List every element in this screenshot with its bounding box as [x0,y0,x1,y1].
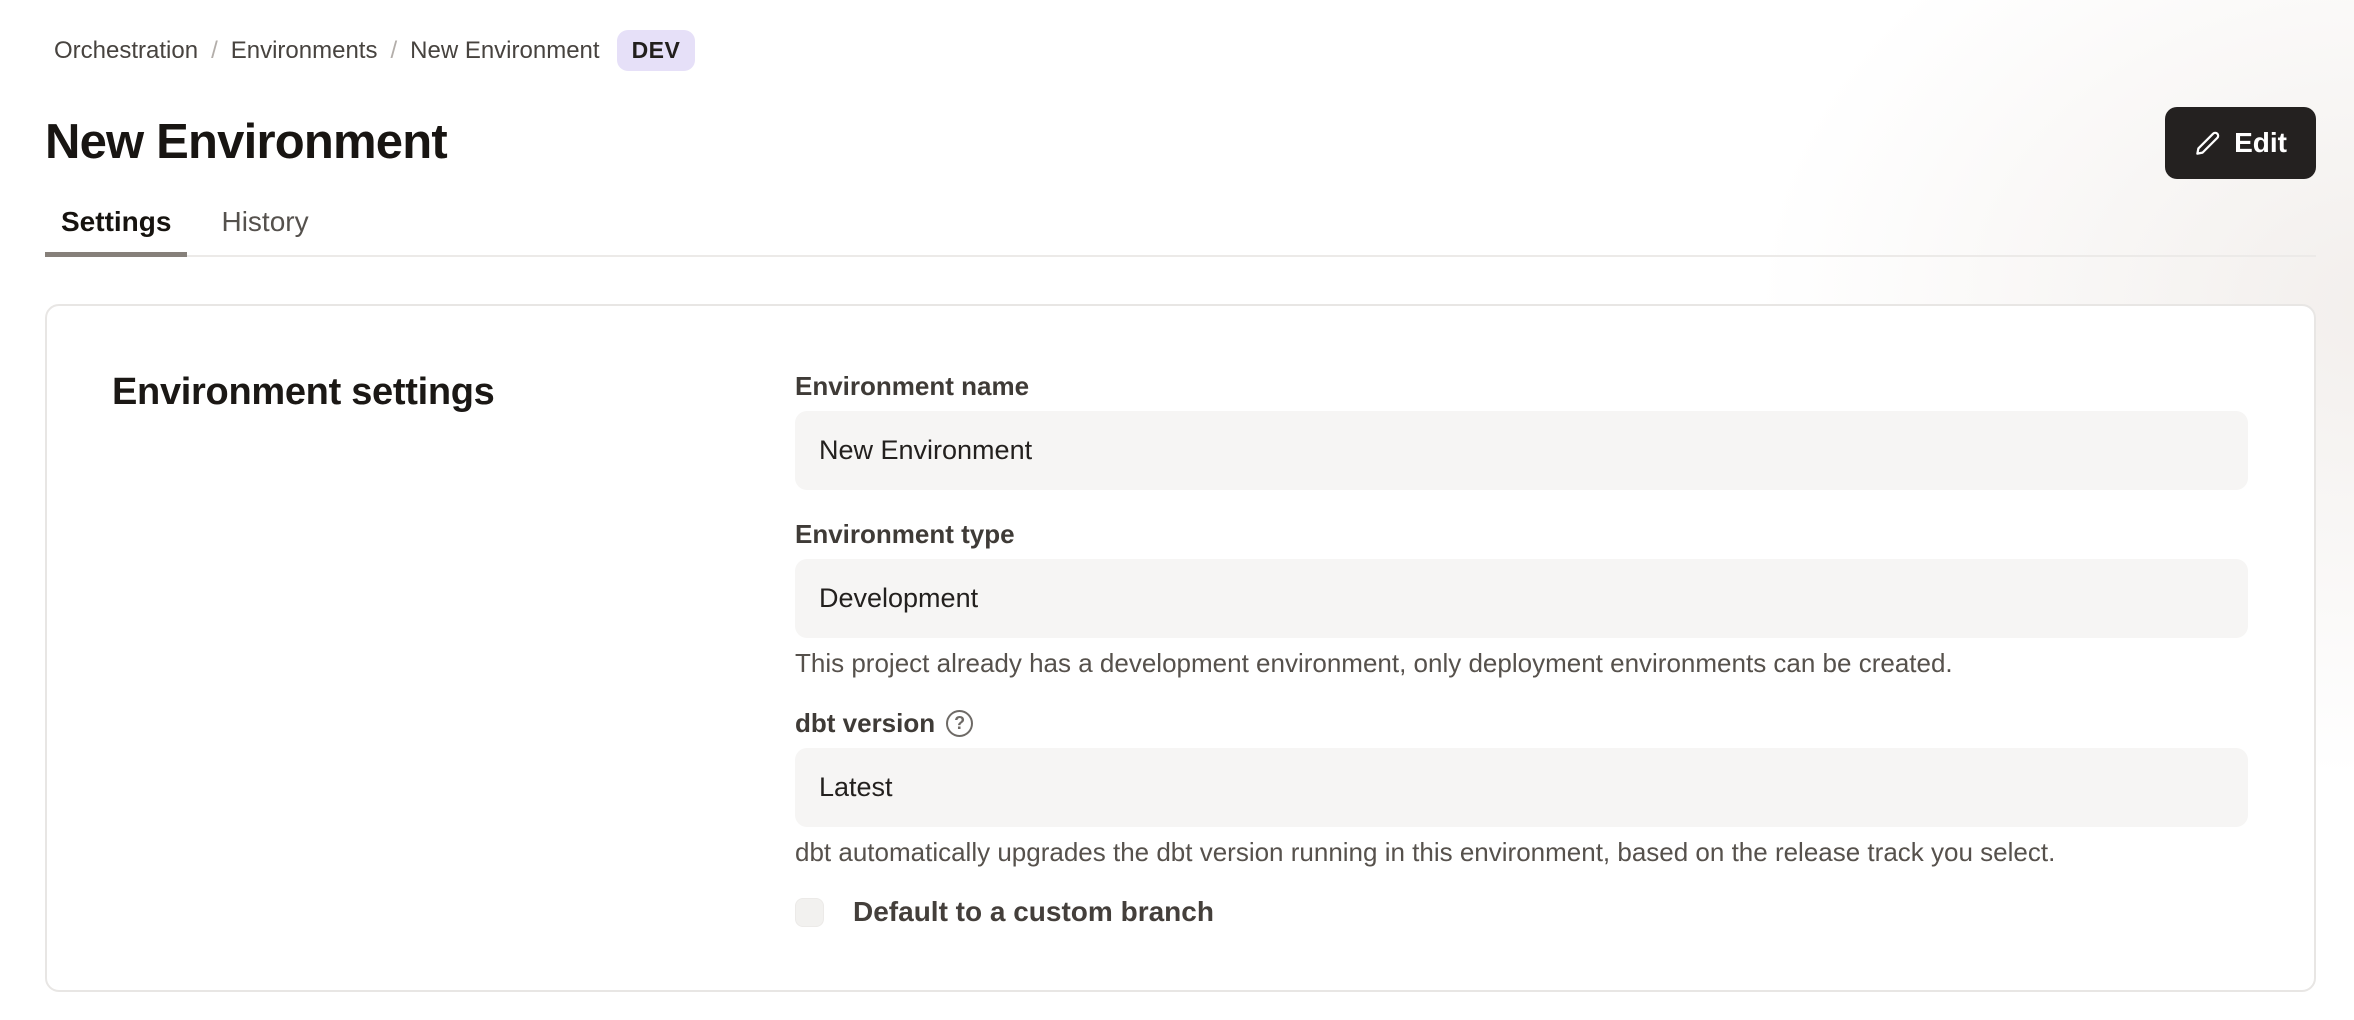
edit-button[interactable]: Edit [2165,107,2316,179]
card-left-column: Environment settings [112,370,795,928]
dbt-version-label: dbt version ? [795,707,2248,739]
environment-settings-form: Environment name Environment type This p… [795,370,2248,928]
dbt-version-label-text: dbt version [795,707,935,739]
dbt-version-helper-text: dbt automatically upgrades the dbt versi… [795,836,2248,868]
page: Orchestration / Environments / New Envir… [0,0,2354,992]
breadcrumb-item-orchestration[interactable]: Orchestration [54,37,198,65]
dev-environment-badge: DEV [617,30,696,71]
environment-settings-heading: Environment settings [112,370,795,416]
breadcrumb-item-environments[interactable]: Environments [231,37,378,65]
help-icon[interactable]: ? [946,710,973,737]
breadcrumb: Orchestration / Environments / New Envir… [54,30,2316,71]
field-dbt-version: dbt version ? dbt automatically upgrades… [795,707,2248,868]
page-title: New Environment [45,112,447,173]
environment-type-input[interactable] [795,559,2248,638]
pencil-icon [2194,130,2221,157]
environment-name-label: Environment name [795,370,2248,402]
breadcrumb-item-new-environment[interactable]: New Environment [410,37,599,65]
environment-type-helper-text: This project already has a development e… [795,647,2248,679]
dbt-version-input[interactable] [795,748,2248,827]
environment-type-label: Environment type [795,518,2248,550]
breadcrumb-separator: / [390,37,397,65]
field-environment-type: Environment type This project already ha… [795,518,2248,679]
edit-button-label: Edit [2234,127,2287,159]
tab-settings[interactable]: Settings [45,205,187,257]
custom-branch-label[interactable]: Default to a custom branch [853,896,1214,928]
page-header: New Environment Edit [45,107,2316,179]
custom-branch-checkbox[interactable] [795,898,824,927]
environment-name-input[interactable] [795,411,2248,490]
tab-history[interactable]: History [205,205,324,257]
breadcrumb-separator: / [211,37,218,65]
field-environment-name: Environment name [795,370,2248,490]
custom-branch-row: Default to a custom branch [795,896,2248,928]
settings-card: Environment settings Environment name En… [45,304,2316,992]
tab-bar: Settings History [45,205,2316,257]
